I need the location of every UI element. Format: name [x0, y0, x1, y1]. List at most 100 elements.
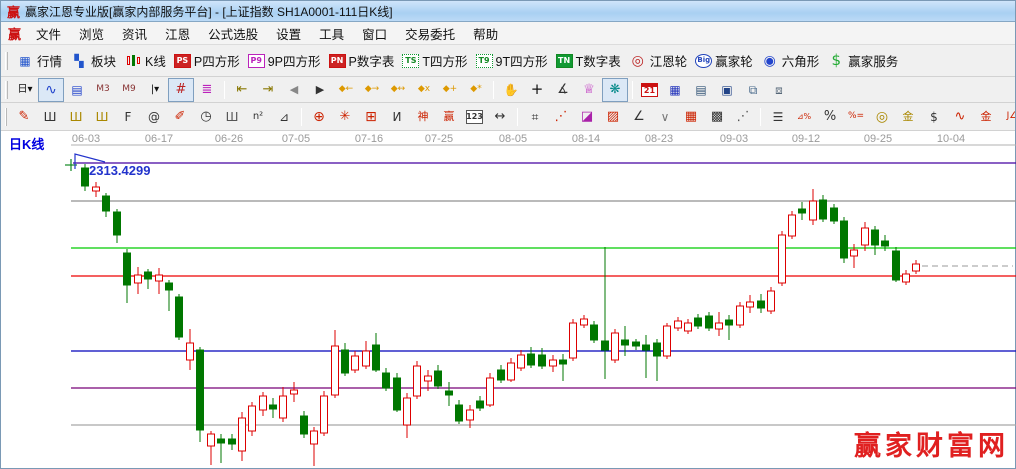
- gold-comb-1-button[interactable]: Ш: [63, 105, 89, 129]
- k-marks-button[interactable]: И: [384, 105, 410, 129]
- single-candle-button[interactable]: |▾: [142, 78, 168, 102]
- grid-red-button[interactable]: ▦: [678, 105, 704, 129]
- ying-grid-button[interactable]: 赢: [436, 105, 462, 129]
- sectors-button[interactable]: ▚板块: [66, 49, 120, 73]
- gann-square-grid-button[interactable]: ⊞: [358, 105, 384, 129]
- zigzag-line-button[interactable]: ∿: [38, 78, 64, 102]
- info-document-button[interactable]: ▤: [64, 78, 90, 102]
- hand-tool-button[interactable]: ✋: [498, 78, 524, 102]
- measure-width-icon: ↔: [491, 109, 509, 125]
- gann-target-button[interactable]: ⊕: [306, 105, 332, 129]
- fan-square-red-button[interactable]: ▨: [600, 105, 626, 129]
- gold-comb-2-button[interactable]: Ш: [89, 105, 115, 129]
- nav-next-button[interactable]: ▶: [307, 78, 333, 102]
- gold-circle-button[interactable]: ◎: [869, 105, 895, 129]
- t-number-table-button[interactable]: TNT数字表: [552, 49, 625, 73]
- grid-arrow-button[interactable]: ▩: [704, 105, 730, 129]
- wave-9-button[interactable]: M9: [116, 78, 142, 102]
- network-pc-icon: ⧉: [744, 82, 762, 98]
- menu-item-tools[interactable]: 工具: [310, 22, 353, 45]
- red-lattice-button[interactable]: #: [168, 78, 194, 102]
- menu-item-formula-stock-pick[interactable]: 公式选股: [199, 22, 267, 45]
- menu-item-file[interactable]: 文件: [27, 22, 70, 45]
- 9t-square-button[interactable]: T99T四方形: [472, 49, 552, 73]
- diamond-right-button[interactable]: ◆→: [359, 78, 385, 102]
- price-list-button[interactable]: ☰: [765, 105, 791, 129]
- comb-2-button[interactable]: Ш: [219, 105, 245, 129]
- pen-red-button[interactable]: ✎: [11, 105, 37, 129]
- p-number-table-button[interactable]: PNP数字表: [325, 49, 399, 73]
- p-square-button[interactable]: PSP四方形: [170, 49, 244, 73]
- gold-lines-button[interactable]: 金: [895, 105, 921, 129]
- j-angle-button[interactable]: J∠: [999, 105, 1015, 129]
- menu-item-help[interactable]: 帮助: [464, 22, 507, 45]
- notepad-button[interactable]: ▤: [688, 78, 714, 102]
- histogram-button[interactable]: ≣: [194, 78, 220, 102]
- fan-square-magenta-button[interactable]: ◪: [574, 105, 600, 129]
- menu-item-news[interactable]: 资讯: [113, 22, 156, 45]
- angle-pair-button[interactable]: ∠: [626, 105, 652, 129]
- winner-service-button[interactable]: $赢家服务: [823, 49, 902, 73]
- menu-item-settings[interactable]: 设置: [267, 22, 310, 45]
- candle: [550, 355, 557, 372]
- remote-pc-button[interactable]: ⧈: [766, 78, 792, 102]
- t-square-tool-button[interactable]: ⌗: [522, 105, 548, 129]
- nav-prev-button[interactable]: ◀: [281, 78, 307, 102]
- gann-wheel-button[interactable]: ◎江恩轮: [625, 49, 692, 73]
- crosshair-button[interactable]: +: [524, 78, 550, 102]
- diamond-left-button[interactable]: ◆←: [333, 78, 359, 102]
- diamond-star-button[interactable]: ◆*: [463, 78, 489, 102]
- percent-button[interactable]: %: [817, 105, 843, 129]
- save-floppy-button[interactable]: ▣: [714, 78, 740, 102]
- quotes-button[interactable]: ▦行情: [12, 49, 66, 73]
- angle-cut-button[interactable]: ⊿: [271, 105, 297, 129]
- crown-tool-button[interactable]: ♕: [576, 78, 602, 102]
- spiral-button[interactable]: @: [141, 105, 167, 129]
- percent-angle-button[interactable]: ⊿%: [791, 105, 817, 129]
- angle-note-button[interactable]: ∡: [550, 78, 576, 102]
- 9p-square-button[interactable]: P99P四方形: [244, 49, 325, 73]
- wave-9-icon: M9: [120, 82, 138, 98]
- measure-width-button[interactable]: ↔: [487, 105, 513, 129]
- menu-item-gann[interactable]: 江恩: [156, 22, 199, 45]
- diamond-plus-button[interactable]: ◆+: [437, 78, 463, 102]
- menu-item-trade-order[interactable]: 交易委托: [396, 22, 464, 45]
- fan-lines-button[interactable]: ⋰: [548, 105, 574, 129]
- notepad-icon: ▤: [692, 82, 710, 98]
- menu-item-browse[interactable]: 浏览: [70, 22, 113, 45]
- kline-chart-area[interactable]: 日K线 06-0306-1706-2607-0507-1607-2508-050…: [1, 131, 1015, 468]
- pen-red-2-button[interactable]: ✐: [167, 105, 193, 129]
- brain-tool-button[interactable]: ❋: [602, 78, 628, 102]
- n-squared-button[interactable]: n²: [245, 105, 271, 129]
- candle: [768, 287, 775, 314]
- shen-grid-button[interactable]: 神: [410, 105, 436, 129]
- kline-button[interactable]: K线: [120, 49, 170, 73]
- network-pc-button[interactable]: ⧉: [740, 78, 766, 102]
- percent-lines-button[interactable]: %=: [843, 105, 869, 129]
- nav-last-button[interactable]: ⇥: [255, 78, 281, 102]
- winner-wheel-button[interactable]: Big赢家轮: [691, 49, 757, 73]
- gann-star-button[interactable]: ✳: [332, 105, 358, 129]
- gann-clock-button[interactable]: ◷: [193, 105, 219, 129]
- diamond-h-button[interactable]: ◆↔: [385, 78, 411, 102]
- hexagon-button[interactable]: ◉六角形: [757, 49, 824, 73]
- t-square-button[interactable]: TST四方形: [398, 49, 471, 73]
- p-square-icon: PS: [174, 54, 191, 68]
- wave-3-button[interactable]: M3: [90, 78, 116, 102]
- numbers-grid-button[interactable]: 123: [462, 105, 487, 129]
- wave-red-button[interactable]: ∿: [947, 105, 973, 129]
- period-day-button[interactable]: 日▾: [12, 78, 38, 102]
- nav-first-button[interactable]: ⇤: [229, 78, 255, 102]
- menu-item-window[interactable]: 窗口: [353, 22, 396, 45]
- f-comb-button[interactable]: F: [115, 105, 141, 129]
- dollar-pen-button[interactable]: $: [921, 105, 947, 129]
- v-dotted-button[interactable]: ∨: [652, 105, 678, 129]
- gold-underline-button[interactable]: 金: [973, 105, 999, 129]
- diamond-x-button[interactable]: ◆x: [411, 78, 437, 102]
- diamond-x-icon: ◆x: [415, 82, 433, 98]
- calculator-button[interactable]: ▦: [662, 78, 688, 102]
- three-lines-button[interactable]: ⋰: [730, 105, 756, 129]
- calendar-21-button[interactable]: 21: [637, 78, 662, 102]
- gann-comb-button[interactable]: Ш: [37, 105, 63, 129]
- price-annotation-label: 2313.4299: [89, 163, 150, 178]
